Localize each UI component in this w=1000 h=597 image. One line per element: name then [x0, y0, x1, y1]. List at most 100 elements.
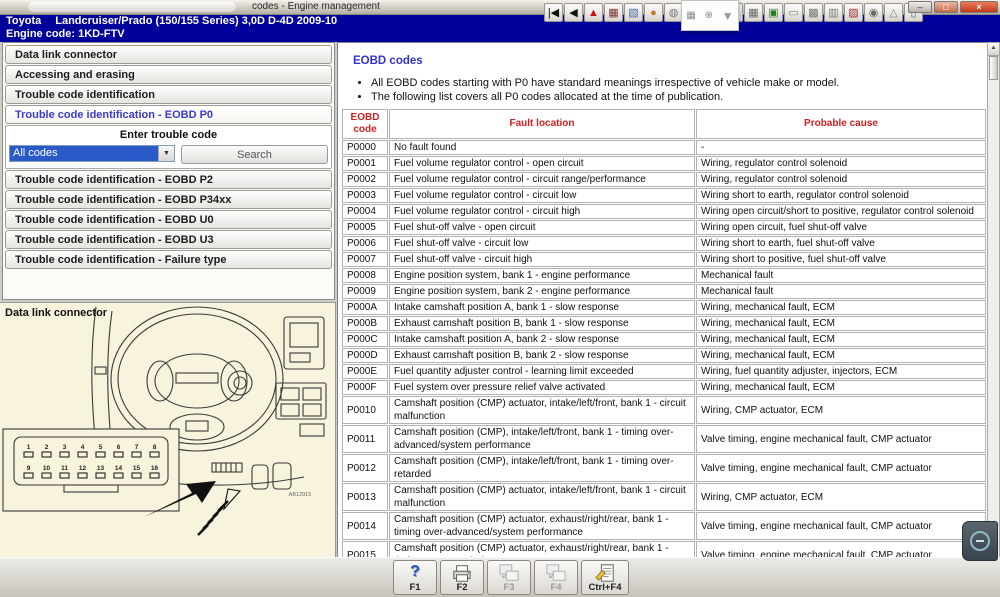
table-row: P0010Camshaft position (CMP) actuator, i… [342, 396, 986, 424]
code-cell: P0013 [342, 483, 388, 511]
chevron-down-icon[interactable]: ▼ [722, 9, 734, 23]
pin-number: 13 [97, 465, 105, 472]
fault-cell: Camshaft position (CMP), intake/left/fro… [389, 425, 695, 453]
pin-number: 9 [27, 465, 31, 472]
diagram-title: Data link connector [5, 307, 107, 319]
table-header-1: Fault location [389, 109, 695, 139]
scrollbar-thumb[interactable] [989, 56, 998, 80]
minimize-button[interactable]: – [908, 1, 932, 13]
sidebar-item-lower-4[interactable]: Trouble code identification - Failure ty… [5, 250, 332, 269]
maximize-button[interactable]: □ [934, 1, 958, 13]
close-button[interactable]: × [960, 1, 998, 13]
scroll-up-arrow-icon[interactable]: ▲ [988, 43, 999, 56]
table-row: P000EFuel quantity adjuster control - le… [342, 364, 986, 379]
fault-cell: No fault found [389, 140, 695, 155]
cause-cell: Wiring, mechanical fault, ECM [696, 348, 986, 363]
footer-button-f3[interactable]: F3 [487, 560, 531, 595]
notes-icon [594, 563, 616, 583]
sidebar-item-lower-3[interactable]: Trouble code identification - EOBD U3 [5, 230, 332, 249]
sidebar-item-3[interactable]: Trouble code identification - EOBD P0 [5, 105, 332, 124]
footer-button-label: F3 [503, 583, 514, 593]
sidebar-item-lower-0[interactable]: Trouble code identification - EOBD P2 [5, 170, 332, 189]
table-row: P0005Fuel shut-off valve - open circuitW… [342, 220, 986, 235]
brakes-icon[interactable]: ▨ [844, 3, 863, 22]
data-link-connector-panel: Data link connector [0, 302, 336, 559]
code-cell: P0003 [342, 188, 388, 203]
grid-view-icon[interactable]: ▦ [686, 10, 695, 21]
footer-button-ctrl-f4[interactable]: Ctrl+F4 [581, 560, 629, 595]
pin-number: 14 [115, 465, 123, 472]
expand-view-icon[interactable]: ⊕ [705, 10, 713, 21]
code-cell: P000E [342, 364, 388, 379]
cause-cell: Wiring short to earth, fuel shut-off val… [696, 236, 986, 251]
code-cell: P0012 [342, 454, 388, 482]
footer-button-f2[interactable]: F2 [440, 560, 484, 595]
code-cell: P0007 [342, 252, 388, 267]
vehicle-brand: Toyota [6, 15, 41, 27]
photo-icon[interactable]: ▦ [604, 3, 623, 22]
fault-cell: Intake camshaft position A, bank 2 - slo… [389, 332, 695, 347]
car-body-icon[interactable]: ▭ [784, 3, 803, 22]
hazard-icon[interactable]: △ [884, 3, 903, 22]
table-row: P0015Camshaft position (CMP) actuator, e… [342, 541, 986, 558]
pin-number: 3 [63, 444, 67, 451]
printer-icon [451, 563, 473, 583]
table-row: P0011Camshaft position (CMP), intake/lef… [342, 425, 986, 453]
session-badge[interactable] [962, 521, 998, 561]
code-cell: P000B [342, 316, 388, 331]
table-row: P0000No fault found- [342, 140, 986, 155]
engine-icon[interactable]: ▣ [764, 3, 783, 22]
pin-number: 12 [79, 465, 87, 472]
vertical-scrollbar[interactable]: ▲ [987, 42, 1000, 558]
window-title: codes - Engine management [252, 1, 380, 12]
cause-cell: Valve timing, engine mechanical fault, C… [696, 541, 986, 558]
search-button[interactable]: Search [181, 145, 328, 164]
warning-icon[interactable]: ▲ [584, 3, 603, 22]
table-header-0: EOBD code [342, 109, 388, 139]
nav-back-icon[interactable]: ◀ [564, 3, 583, 22]
code-cell: P0002 [342, 172, 388, 187]
grid-icon[interactable]: ▦ [744, 3, 763, 22]
fault-cell: Exhaust camshaft position B, bank 2 - sl… [389, 348, 695, 363]
code-cell: P000D [342, 348, 388, 363]
technical-drawing-icon[interactable]: ▧ [624, 3, 643, 22]
engine-detail-icon[interactable]: ▩ [804, 3, 823, 22]
code-filter-dropdown[interactable]: All codes ▼ [9, 145, 175, 162]
footer-button-f4[interactable]: F4 [534, 560, 578, 595]
content-panel: EOBD codes All EOBD codes starting with … [337, 42, 1000, 558]
cause-cell: Wiring open circuit/short to positive, r… [696, 204, 986, 219]
cause-cell: Wiring, CMP actuator, ECM [696, 483, 986, 511]
table-row: P0006Fuel shut-off valve - circuit lowWi… [342, 236, 986, 251]
code-cell: P0004 [342, 204, 388, 219]
code-filter-value[interactable]: All codes [10, 146, 158, 161]
pin-number: 16 [151, 465, 159, 472]
sidebar-item-lower-1[interactable]: Trouble code identification - EOBD P34xx [5, 190, 332, 209]
fault-cell: Fuel shut-off valve - circuit high [389, 252, 695, 267]
car-front-icon[interactable]: ▥ [824, 3, 843, 22]
fault-cell: Fuel volume regulator control - open cir… [389, 156, 695, 171]
engine-code: Engine code: 1KD-FTV [6, 28, 994, 41]
code-cell: P0000 [342, 140, 388, 155]
globe-icon[interactable]: ● [644, 3, 663, 22]
footer-button-label: F1 [409, 583, 420, 593]
sidebar-item-1[interactable]: Accessing and erasing [5, 65, 332, 84]
sidebar-item-2[interactable]: Trouble code identification [5, 85, 332, 104]
spark-plug-icon[interactable]: ◉ [864, 3, 883, 22]
table-row: P0008Engine position system, bank 1 - en… [342, 268, 986, 283]
pin-number: 5 [99, 444, 103, 451]
display-options-popup[interactable]: ▦ ⊕ ▼ [681, 0, 739, 31]
nav-first-icon[interactable]: |◀ [544, 3, 563, 22]
footer-button-f1[interactable]: ?F1 [393, 560, 437, 595]
dropdown-arrow-icon[interactable]: ▼ [158, 146, 174, 161]
cause-cell: Wiring, mechanical fault, ECM [696, 316, 986, 331]
cause-cell: Wiring, regulator control solenoid [696, 172, 986, 187]
code-cell: P0010 [342, 396, 388, 424]
fault-cell: Intake camshaft position A, bank 1 - slo… [389, 300, 695, 315]
cause-cell: Wiring, mechanical fault, ECM [696, 332, 986, 347]
cause-cell: Wiring short to positive, fuel shut-off … [696, 252, 986, 267]
code-cell: P0001 [342, 156, 388, 171]
sidebar-item-0[interactable]: Data link connector [5, 45, 332, 64]
fault-cell: Camshaft position (CMP) actuator, intake… [389, 396, 695, 424]
sidebar-item-lower-2[interactable]: Trouble code identification - EOBD U0 [5, 210, 332, 229]
cause-cell: Valve timing, engine mechanical fault, C… [696, 454, 986, 482]
